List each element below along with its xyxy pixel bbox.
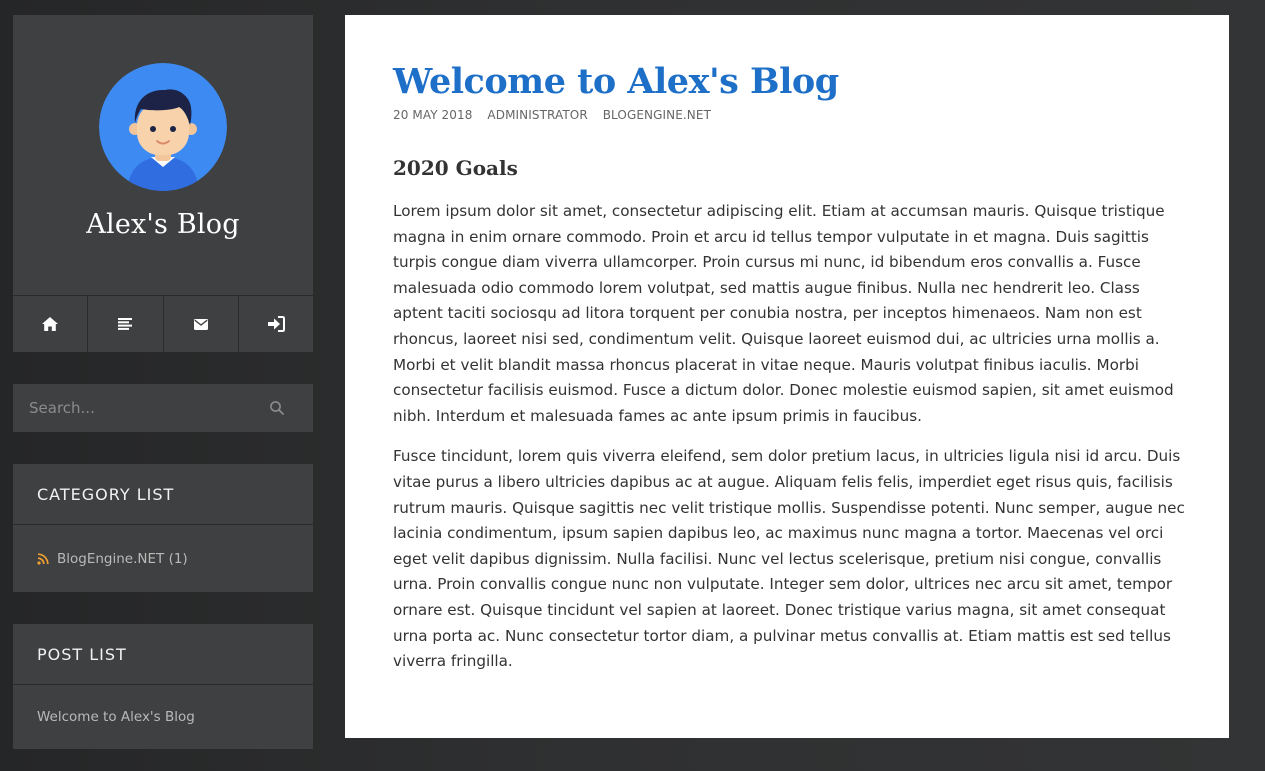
post-paragraph: Lorem ipsum dolor sit amet, consectetur …	[393, 202, 1174, 425]
home-button[interactable]	[13, 296, 89, 352]
category-item-blogengine[interactable]: BlogEngine.NET (1)	[37, 551, 188, 567]
envelope-icon	[193, 318, 208, 330]
post-list-item[interactable]: Welcome to Alex's Blog	[37, 709, 195, 725]
post-author-link[interactable]: ADMINISTRATOR	[487, 108, 587, 122]
search-input[interactable]	[13, 384, 253, 432]
post-meta: 20 MAY 2018 ADMINISTRATOR BLOGENGINE.NET	[393, 108, 722, 122]
list-icon	[118, 318, 133, 330]
archive-button[interactable]	[88, 296, 164, 352]
post-list-title: POST LIST	[13, 624, 313, 685]
blog-title[interactable]: Alex's Blog	[13, 209, 313, 240]
contact-button[interactable]	[164, 296, 239, 352]
avatar-illustration	[99, 63, 227, 191]
search-box	[13, 384, 313, 432]
sign-in-icon	[267, 316, 285, 332]
rss-icon[interactable]	[37, 552, 49, 565]
sidebar-nav	[13, 296, 313, 352]
avatar[interactable]	[99, 63, 227, 191]
login-button[interactable]	[239, 296, 313, 352]
sidebar: Alex's Blog Search... CATEGORY LIST Blog…	[13, 15, 313, 749]
search-icon[interactable]	[269, 400, 285, 416]
post-paragraph: Fusce tincidunt, lorem quis viverra elei…	[393, 447, 1185, 671]
post-list-widget: POST LIST Welcome to Alex's Blog	[13, 624, 313, 749]
post-title[interactable]: Welcome to Alex's Blog	[393, 61, 839, 102]
post-article: Welcome to Alex's Blog 20 MAY 2018 ADMIN…	[345, 15, 1229, 738]
category-list-title: CATEGORY LIST	[13, 464, 313, 525]
profile-card: Alex's Blog	[13, 15, 313, 296]
post-list-body: Welcome to Alex's Blog	[13, 685, 313, 749]
home-icon	[42, 317, 59, 331]
category-list-widget: CATEGORY LIST BlogEngine.NET (1)	[13, 464, 313, 592]
category-item-label[interactable]: BlogEngine.NET (1)	[57, 551, 188, 567]
post-date: 20 MAY 2018	[393, 108, 473, 122]
section-heading: 2020 Goals	[393, 156, 518, 180]
category-list-body: BlogEngine.NET (1)	[13, 525, 313, 592]
post-body: Lorem ipsum dolor sit amet, consectetur …	[393, 199, 1185, 690]
post-category-link[interactable]: BLOGENGINE.NET	[603, 108, 711, 122]
